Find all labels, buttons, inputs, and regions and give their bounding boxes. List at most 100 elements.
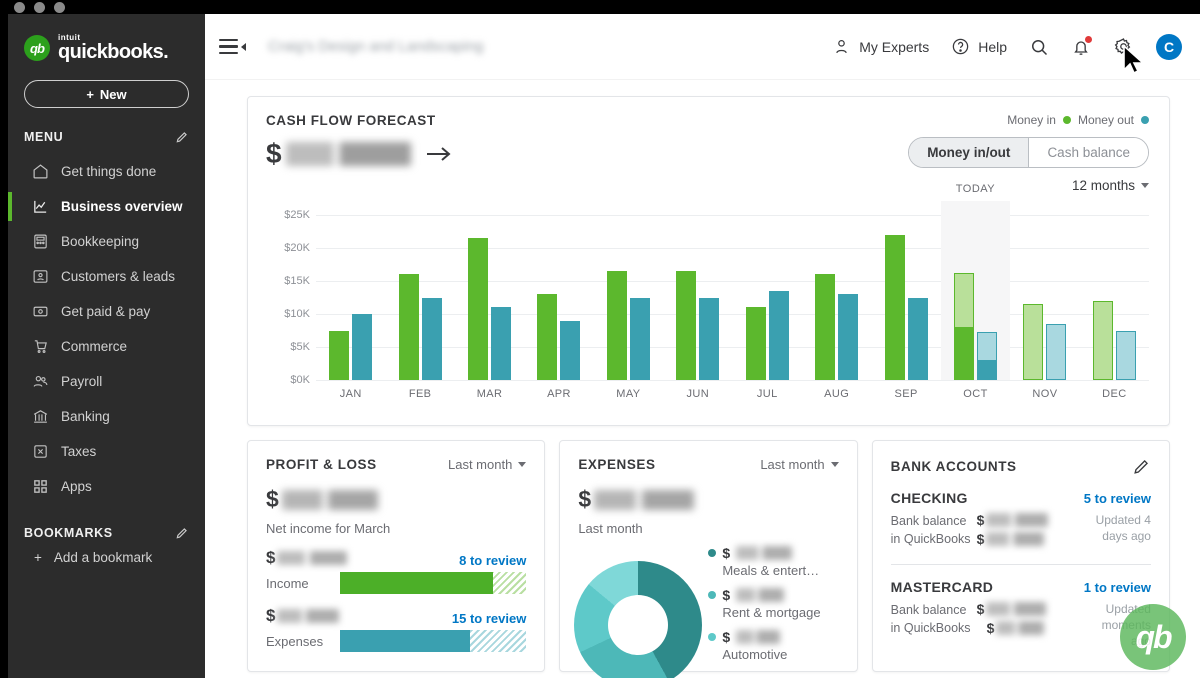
bar-group[interactable] (871, 215, 940, 380)
bar (676, 271, 696, 380)
bar-forecast-segment (1116, 331, 1136, 381)
redacted-amount (282, 490, 378, 510)
toggle-cash-balance[interactable]: Cash balance (1029, 138, 1148, 167)
account-name: CHECKING (891, 490, 968, 506)
x-axis-tick: AUG (802, 388, 871, 400)
divider (891, 564, 1151, 565)
y-axis-tick: $15K (284, 275, 310, 287)
arrow-right-icon[interactable] (425, 144, 453, 164)
app-window: qb intuit quickbooks. + New MENU Get thi… (0, 0, 1200, 678)
bar-group[interactable] (385, 215, 454, 380)
cash-flow-title: CASH FLOW FORECAST (266, 113, 453, 128)
legend-item[interactable]: $ Automotive (708, 629, 820, 662)
menu-header-label: MENU (24, 130, 63, 144)
legend-item[interactable]: $ Meals & entert… (708, 545, 820, 578)
notifications-button[interactable] (1071, 37, 1091, 57)
edit-pencil-icon[interactable] (175, 130, 189, 144)
toggle-money-in-out[interactable]: Money in/out (909, 138, 1029, 167)
my-experts-button[interactable]: My Experts (832, 37, 929, 56)
sidebar-item-taxes[interactable]: Taxes (8, 434, 205, 469)
sidebar-item-get-paid-pay[interactable]: Get paid & pay (8, 294, 205, 329)
profit-loss-period-dropdown[interactable]: Last month (448, 457, 526, 472)
edit-pencil-icon[interactable] (1132, 457, 1151, 476)
expenses-row: $ 15 to review Expenses (266, 606, 526, 652)
window-close-dot[interactable] (14, 2, 25, 13)
expenses-label: Expenses (266, 634, 330, 649)
account-updated: Updated moments ago (1079, 601, 1151, 650)
sidebar-item-commerce[interactable]: Commerce (8, 329, 205, 364)
sidebar-item-customers-leads[interactable]: Customers & leads (8, 259, 205, 294)
help-button[interactable]: Help (951, 37, 1007, 56)
bar-group[interactable] (455, 215, 524, 380)
redacted-amount (986, 532, 1044, 546)
bar-group[interactable] (663, 215, 732, 380)
sidebar-item-payroll[interactable]: Payroll (8, 364, 205, 399)
calculator-icon (32, 233, 49, 250)
donut-hole (608, 595, 668, 655)
income-review-link[interactable]: 8 to review (459, 553, 526, 568)
bar (352, 314, 372, 380)
tax-form-icon (32, 443, 49, 460)
bar-actual-segment (537, 294, 557, 380)
chart-line-icon (32, 198, 49, 215)
bar-group[interactable] (594, 215, 663, 380)
expenses-period-dropdown[interactable]: Last month (760, 457, 838, 472)
bar (1093, 301, 1113, 380)
bar-group[interactable] (1080, 215, 1149, 380)
period-dropdown[interactable]: 12 months (908, 178, 1149, 193)
menu-toggle-button[interactable] (219, 39, 246, 55)
legend-label: Meals & entert… (722, 563, 820, 578)
x-axis-tick: MAY (594, 388, 663, 400)
income-progress-bar (340, 572, 526, 594)
bar-group[interactable] (316, 215, 385, 380)
window-minimize-dot[interactable] (34, 2, 45, 13)
net-income-label: Net income for March (266, 521, 526, 536)
sidebar-item-get-things-done[interactable]: Get things done (8, 154, 205, 189)
expenses-legend: $ Meals & entert… $ Rent & mortgag (708, 545, 820, 671)
sidebar-item-business-overview[interactable]: Business overview (8, 189, 205, 224)
currency-symbol: $ (987, 620, 995, 636)
person-card-icon (32, 268, 49, 285)
bar-actual-segment (630, 298, 650, 381)
sidebar-item-bookkeeping[interactable]: Bookkeeping (8, 224, 205, 259)
bar (399, 274, 419, 380)
bar-forecast-segment (1023, 304, 1043, 380)
bar-actual-segment (607, 271, 627, 380)
search-button[interactable] (1029, 37, 1049, 57)
bar-actual-segment (815, 274, 835, 380)
y-axis-tick: $20K (284, 242, 310, 254)
bar-actual-segment (676, 271, 696, 380)
add-bookmark-button[interactable]: + Add a bookmark (8, 540, 205, 574)
account-review-link[interactable]: 5 to review (1084, 491, 1151, 506)
y-axis-tick: $5K (290, 341, 310, 353)
bank-account-row: MASTERCARD 1 to review Bank balance in Q… (891, 579, 1151, 650)
currency-symbol: $ (266, 486, 279, 513)
bar-forecast-segment (1046, 324, 1066, 380)
edit-pencil-icon[interactable] (175, 526, 189, 540)
bar-group[interactable] (1010, 215, 1079, 380)
legend-dot (708, 633, 716, 641)
legend-item[interactable]: $ Rent & mortgage (708, 587, 820, 620)
sidebar-item-label: Taxes (61, 444, 96, 459)
bar-group[interactable] (802, 215, 871, 380)
window-maximize-dot[interactable] (54, 2, 65, 13)
bar (815, 274, 835, 380)
expenses-review-link[interactable]: 15 to review (452, 611, 526, 626)
bar (607, 271, 627, 380)
sidebar-item-banking[interactable]: Banking (8, 399, 205, 434)
bar-group[interactable] (941, 215, 1010, 380)
bar-group[interactable] (733, 215, 802, 380)
top-bar-actions: My Experts Help C (832, 34, 1182, 60)
bar-group[interactable] (524, 215, 593, 380)
sidebar-item-apps[interactable]: Apps (8, 469, 205, 504)
bar (954, 273, 974, 380)
balance-label-line2: in QuickBooks (891, 530, 977, 548)
account-review-link[interactable]: 1 to review (1084, 580, 1151, 595)
user-avatar[interactable]: C (1156, 34, 1182, 60)
settings-gear-button[interactable] (1113, 36, 1134, 57)
new-button[interactable]: + New (24, 80, 189, 108)
bar-actual-segment (468, 238, 488, 380)
x-axis-labels: JANFEBMARAPRMAYJUNJULAUGSEPOCTNOVDEC (316, 388, 1149, 400)
redacted-amount (736, 630, 780, 644)
x-axis-tick: OCT (941, 388, 1010, 400)
